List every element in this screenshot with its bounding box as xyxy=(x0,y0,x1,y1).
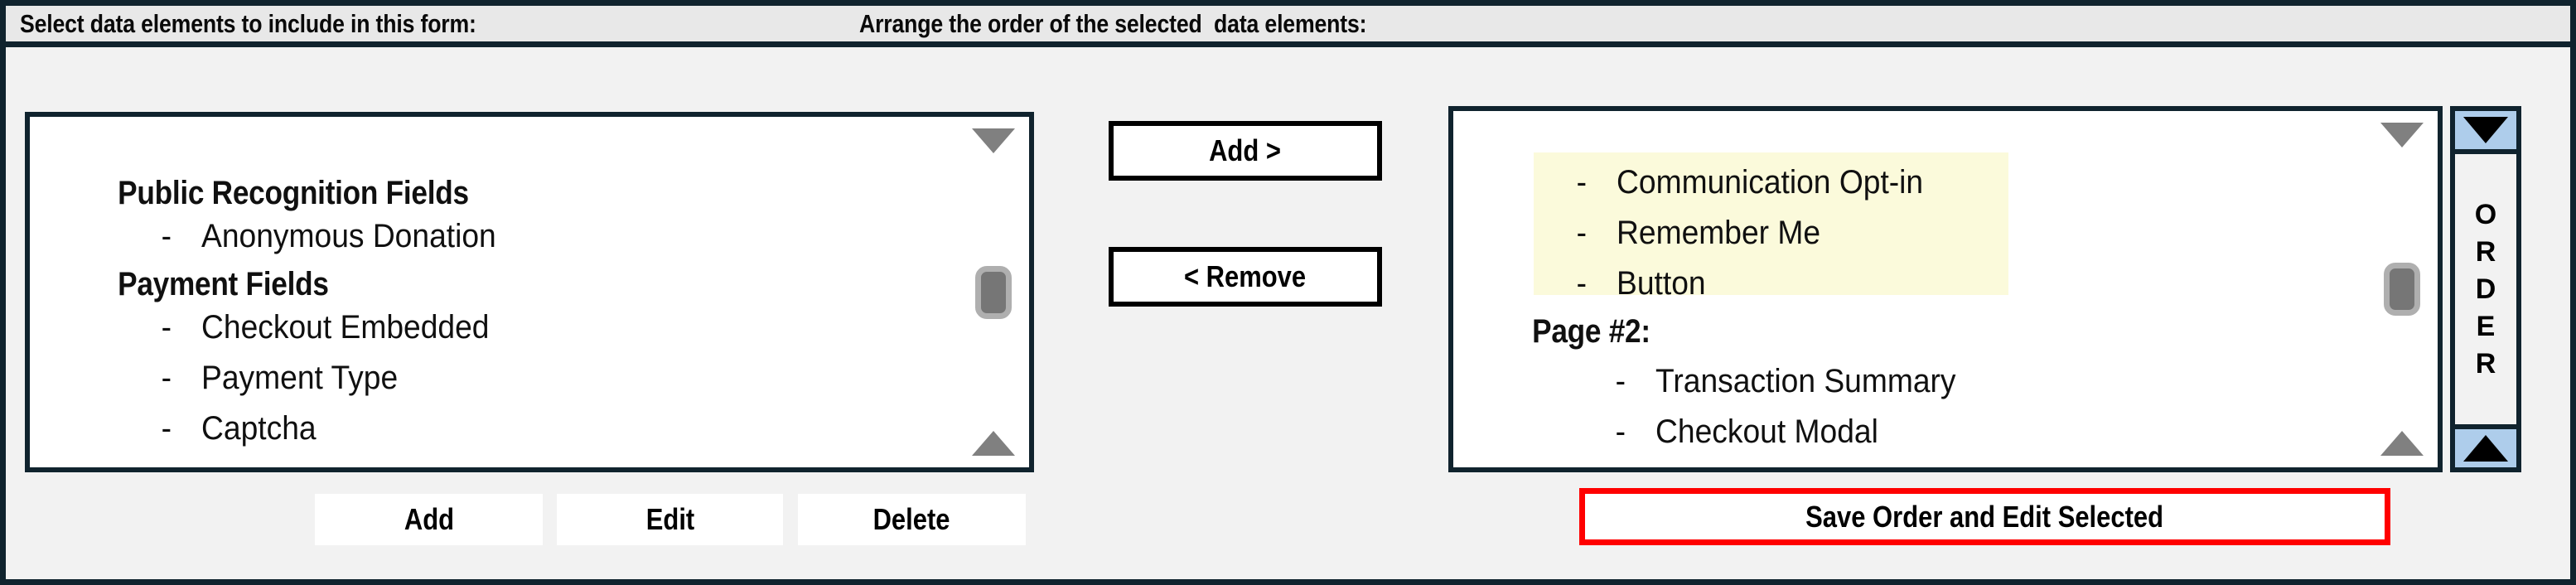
move-up-button[interactable] xyxy=(2455,424,2516,467)
available-list-content: Public Recognition Fields - Anonymous Don… xyxy=(30,117,1029,467)
triangle-up-icon[interactable] xyxy=(972,431,1015,456)
order-panel: O R D E R xyxy=(2450,106,2521,472)
triangle-down-icon[interactable] xyxy=(2380,123,2424,147)
delete-element-button[interactable]: Delete xyxy=(798,494,1026,545)
order-letter: R xyxy=(2475,235,2496,268)
add-button[interactable]: Add > xyxy=(1109,121,1382,181)
order-letter: O xyxy=(2474,198,2497,230)
order-letter: E xyxy=(2476,310,2496,342)
save-order-and-edit-selected-button[interactable]: Save Order and Edit Selected xyxy=(1579,488,2390,545)
edit-element-button[interactable]: Edit xyxy=(557,494,783,545)
add-element-button[interactable]: Add xyxy=(315,494,543,545)
triangle-up-icon xyxy=(2463,435,2508,462)
bullet-dash: - xyxy=(161,410,172,447)
move-down-button[interactable] xyxy=(2455,111,2516,154)
order-letter: D xyxy=(2475,273,2496,305)
triangle-down-icon[interactable] xyxy=(972,128,1015,153)
available-list-scrollbar[interactable] xyxy=(958,117,1029,467)
selected-list-content: - Communication Opt-in - Remember Me - Butt… xyxy=(1453,111,2438,467)
selected-list-heading: Arrange the order of the selected data e… xyxy=(859,9,1367,38)
bullet-dash: - xyxy=(1615,413,1626,450)
available-data-elements-listbox[interactable]: Public Recognition Fields - Anonymous Don… xyxy=(25,112,1034,472)
order-letter: R xyxy=(2475,347,2496,380)
list-item[interactable]: - Captcha xyxy=(93,379,317,467)
selected-data-elements-listbox[interactable]: - Communication Opt-in - Remember Me - Butt… xyxy=(1448,106,2443,472)
header-band: Select data elements to include in this … xyxy=(6,6,2570,47)
list-item[interactable]: - Checkout Modal xyxy=(1547,382,1878,467)
selected-list-scrollbar[interactable] xyxy=(2366,111,2438,467)
remove-button[interactable]: < Remove xyxy=(1109,247,1382,307)
order-panel-label: O R D E R xyxy=(2455,154,2516,424)
scrollbar-thumb[interactable] xyxy=(2384,263,2420,316)
scrollbar-thumb[interactable] xyxy=(975,265,1012,319)
available-list-heading: Select data elements to include in this … xyxy=(20,9,476,38)
triangle-up-icon[interactable] xyxy=(2380,431,2424,456)
form-builder-screen: Select data elements to include in this … xyxy=(0,0,2576,585)
triangle-down-icon xyxy=(2463,117,2508,143)
